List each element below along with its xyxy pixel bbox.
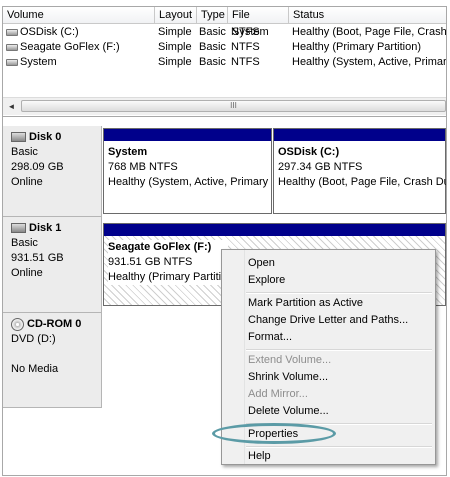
partition-status: Healthy (System, Active, Primary F [108, 176, 270, 188]
volume-type: Basic [199, 41, 226, 53]
properties-highlight-oval [212, 423, 336, 444]
disk-size [11, 347, 101, 362]
volume-name: OSDisk (C:) [20, 26, 79, 38]
volume-status: Healthy (System, Active, Primary [292, 56, 446, 68]
column-header-file-system[interactable]: File System [228, 7, 289, 38]
volume-name: System [20, 56, 57, 68]
menu-item-help[interactable]: Help [248, 448, 271, 465]
partition-size: 768 MB NTFS [108, 161, 178, 173]
menu-item-shrink-volume[interactable]: Shrink Volume... [248, 369, 328, 386]
disk-icon [11, 223, 26, 234]
partition-bar [104, 224, 445, 236]
horizontal-scrollbar[interactable]: ◄ III [3, 97, 446, 115]
column-header-volume[interactable]: Volume [3, 7, 155, 24]
disk-name: CD-ROM 0 [27, 318, 82, 330]
menu-separator [246, 292, 432, 294]
volume-layout: Simple [158, 26, 192, 38]
partition-system[interactable]: System 768 MB NTFS Healthy (System, Acti… [103, 128, 272, 214]
cdrom-0-label[interactable]: CD-ROM 0 DVD (D:) No Media [3, 313, 102, 408]
menu-item-change-drive-letter[interactable]: Change Drive Letter and Paths... [248, 312, 408, 329]
volume-fs: NTFS [231, 26, 260, 38]
menu-item-mark-active[interactable]: Mark Partition as Active [248, 295, 363, 312]
grip-icon: III [230, 101, 237, 110]
disk-type: Basic [11, 146, 38, 158]
scroll-left-icon[interactable]: ◄ [3, 98, 20, 115]
disk-size: 298.09 GB [11, 161, 64, 173]
disk-name: Disk 0 [29, 131, 62, 143]
column-header-layout[interactable]: Layout [155, 7, 197, 24]
volume-row-system[interactable]: System Simple Basic NTFS Healthy (System… [3, 55, 446, 70]
volume-status: Healthy (Boot, Page File, Crash D [292, 26, 446, 38]
disk-state: Online [11, 176, 43, 188]
volume-row-seagate[interactable]: Seagate GoFlex (F:) Simple Basic NTFS He… [3, 40, 446, 55]
disk-state: Online [11, 267, 43, 279]
disk-icon [11, 132, 26, 143]
disk-1-label[interactable]: Disk 1 Basic 931.51 GB Online [3, 217, 102, 313]
volume-list: Volume Layout Type File System Status OS… [3, 7, 446, 115]
volume-layout: Simple [158, 41, 192, 53]
volume-fs: NTFS [231, 41, 260, 53]
volume-icon [6, 28, 18, 36]
menu-separator [246, 349, 432, 351]
menu-item-delete-volume[interactable]: Delete Volume... [248, 403, 329, 420]
partition-size: 297.34 GB NTFS [278, 161, 363, 173]
menu-separator [246, 446, 432, 448]
partition-status: Healthy (Primary Partitio [108, 271, 228, 283]
partition-title: OSDisk (C:) [278, 146, 340, 158]
menu-item-format[interactable]: Format... [248, 329, 292, 346]
menu-item-add-mirror: Add Mirror... [248, 388, 308, 400]
partition-title: System [108, 146, 148, 158]
cd-icon [11, 317, 24, 331]
partition-status: Healthy (Boot, Page File, Crash Dum [278, 176, 446, 188]
menu-item-explore[interactable]: Explore [248, 272, 285, 289]
scroll-thumb[interactable]: III [21, 100, 446, 112]
volume-status: Healthy (Primary Partition) [292, 41, 421, 53]
volume-icon [6, 43, 18, 51]
volume-fs: NTFS [231, 56, 260, 68]
volume-type: Basic [199, 56, 226, 68]
volume-type: Basic [199, 26, 226, 38]
disk-size: 931.51 GB [11, 252, 64, 264]
disk-state: No Media [11, 363, 59, 375]
disk-type: DVD (D:) [11, 333, 56, 345]
partition-bar [104, 129, 271, 141]
column-header-type[interactable]: Type [197, 7, 228, 24]
partition-title: Seagate GoFlex (F:) [108, 241, 212, 253]
menu-item-extend-volume: Extend Volume... [248, 354, 332, 366]
menu-item-open[interactable]: Open [248, 255, 275, 272]
column-header-status[interactable]: Status [289, 7, 446, 24]
volume-layout: Simple [158, 56, 192, 68]
disk-type: Basic [11, 237, 38, 249]
partition-bar [274, 129, 445, 141]
disk-0-label[interactable]: Disk 0 Basic 298.09 GB Online [3, 126, 102, 217]
partition-osdisk[interactable]: OSDisk (C:) 297.34 GB NTFS Healthy (Boot… [273, 128, 446, 214]
disk-name: Disk 1 [29, 222, 62, 234]
volume-name: Seagate GoFlex (F:) [20, 41, 120, 53]
volume-icon [6, 58, 18, 66]
volume-row-osdisk[interactable]: OSDisk (C:) Simple Basic NTFS Healthy (B… [3, 25, 446, 40]
partition-size: 931.51 GB NTFS [108, 256, 193, 268]
